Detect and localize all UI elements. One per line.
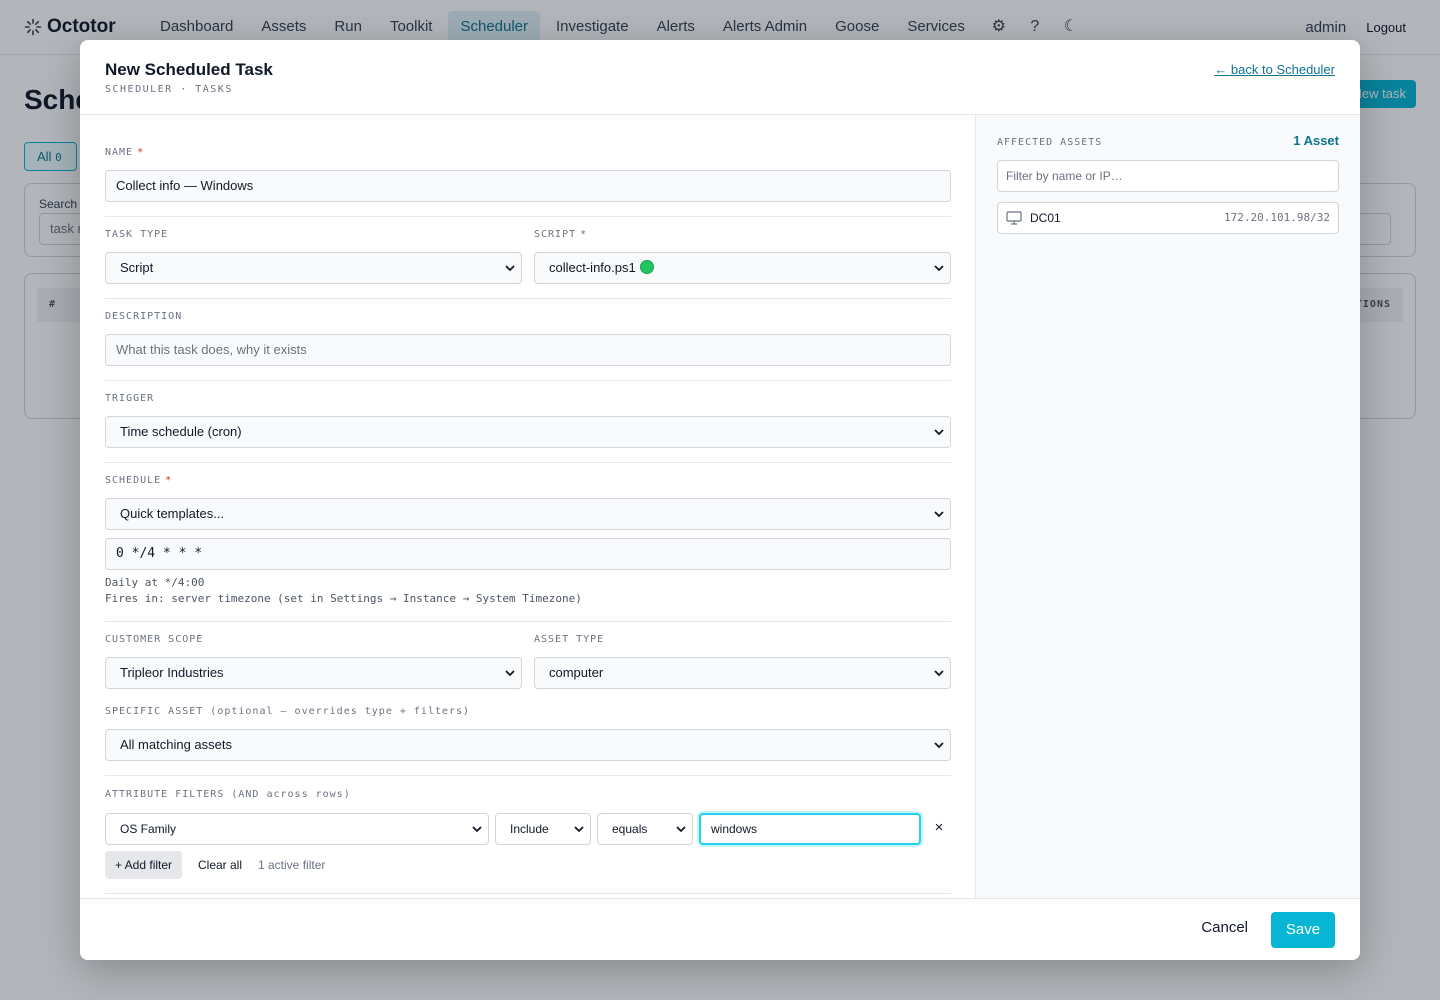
status-ok-dot-icon: [639, 260, 654, 274]
name-label-text: NAME: [105, 147, 134, 158]
chevron-down-icon: [934, 511, 944, 518]
chevron-down-icon: [505, 670, 515, 677]
asset-type-label: ASSET TYPE: [534, 634, 605, 645]
filter-mode-select[interactable]: Include: [495, 813, 591, 845]
name-label: NAME *: [105, 147, 144, 158]
divider: [105, 621, 951, 622]
required-marker: *: [165, 475, 173, 486]
quick-templates-value: Quick templates...: [120, 506, 225, 521]
filter-mode-value: Include: [510, 822, 549, 836]
divider: [105, 462, 951, 463]
customer-scope-select[interactable]: Tripleor Industries: [105, 657, 522, 689]
modal-header: New Scheduled Task SCHEDULER · TASKS ← b…: [80, 40, 1360, 115]
add-filter-button[interactable]: + Add filter: [105, 851, 183, 879]
trigger-label: TRIGGER: [105, 393, 155, 404]
chevron-down-icon: [934, 265, 944, 272]
divider: [105, 775, 951, 776]
required-marker: *: [137, 147, 145, 158]
modal-breadcrumb: SCHEDULER · TASKS: [105, 84, 233, 95]
filter-value-input[interactable]: windows: [699, 813, 921, 845]
back-to-scheduler-link[interactable]: ← back to Scheduler: [1214, 62, 1335, 77]
affected-assets-count: 1 Asset: [1293, 133, 1339, 148]
chevron-down-icon: [505, 265, 515, 272]
specific-asset-label: SPECIFIC ASSET (optional — overrides typ…: [105, 706, 471, 717]
chevron-down-icon: [934, 670, 944, 677]
divider: [105, 380, 951, 381]
filter-operator-value: equals: [612, 822, 648, 836]
customer-scope-value: Tripleor Industries: [120, 665, 224, 680]
quick-templates-select[interactable]: Quick templates...: [105, 498, 951, 530]
affected-assets-panel: AFFECTED ASSETS 1 Asset Filter by name o…: [976, 115, 1360, 898]
divider: [105, 216, 951, 217]
asset-type-select[interactable]: computer: [534, 657, 951, 689]
script-label-text: SCRIPT: [534, 229, 577, 240]
name-input[interactable]: Collect info — Windows: [105, 170, 951, 202]
schedule-timezone-note: Fires in: server timezone (set in Settin…: [105, 592, 582, 605]
customer-scope-label: CUSTOMER SCOPE: [105, 634, 204, 645]
affected-assets-label: AFFECTED ASSETS: [997, 137, 1103, 148]
specific-asset-select[interactable]: All matching assets: [105, 729, 951, 761]
new-task-modal: New Scheduled Task SCHEDULER · TASKS ← b…: [80, 40, 1360, 960]
specific-asset-value: All matching assets: [120, 737, 232, 752]
attribute-filters-label: ATTRIBUTE FILTERS (AND across rows): [105, 789, 351, 800]
required-marker: *: [580, 229, 588, 240]
schedule-label-text: SCHEDULE: [105, 475, 162, 486]
chevron-down-icon: [574, 826, 584, 833]
task-type-value: Script: [120, 260, 154, 275]
trigger-select[interactable]: Time schedule (cron): [105, 416, 951, 448]
divider: [105, 298, 951, 299]
save-button[interactable]: Save: [1271, 912, 1335, 948]
cron-expression-input[interactable]: 0 */4 * * *: [105, 538, 951, 570]
asset-type-value: computer: [549, 665, 604, 680]
chevron-down-icon: [934, 429, 944, 436]
remove-filter-close-icon[interactable]: ×: [929, 819, 949, 836]
trigger-value: Time schedule (cron): [120, 424, 242, 439]
asset-list-item[interactable]: DC01 172.20.101.98/32: [997, 202, 1339, 234]
asset-ip: 172.20.101.98/32: [1224, 211, 1330, 224]
schedule-label: SCHEDULE *: [105, 475, 172, 486]
computer-monitor-icon: [1006, 211, 1022, 225]
task-form: NAME * Collect info — Windows TASK TYPE S…: [80, 115, 976, 898]
clear-all-filters-button[interactable]: Clear all: [198, 858, 242, 872]
filter-attribute-value: OS Family: [120, 822, 177, 836]
filter-attribute-select[interactable]: OS Family: [105, 813, 489, 845]
script-label: SCRIPT *: [534, 229, 587, 240]
cancel-button[interactable]: Cancel: [1201, 919, 1248, 936]
active-filter-count: 1 active filter: [258, 858, 326, 872]
chevron-down-icon: [934, 742, 944, 749]
chevron-down-icon: [472, 826, 482, 833]
chevron-down-icon: [676, 826, 686, 833]
divider: [105, 893, 951, 894]
schedule-description: Daily at */4:00: [105, 576, 205, 589]
script-value: collect-info.ps1: [549, 260, 636, 275]
description-input[interactable]: What this task does, why it exists: [105, 334, 951, 366]
script-select[interactable]: collect-info.ps1: [534, 252, 951, 284]
task-type-select[interactable]: Script: [105, 252, 522, 284]
modal-footer: Cancel Save: [80, 898, 1360, 960]
asset-name: DC01: [1030, 211, 1061, 225]
task-type-label: TASK TYPE: [105, 229, 169, 240]
description-label: DESCRIPTION: [105, 311, 183, 322]
asset-filter-input[interactable]: Filter by name or IP…: [997, 160, 1339, 192]
modal-title: New Scheduled Task: [105, 60, 273, 79]
filter-operator-select[interactable]: equals: [597, 813, 693, 845]
